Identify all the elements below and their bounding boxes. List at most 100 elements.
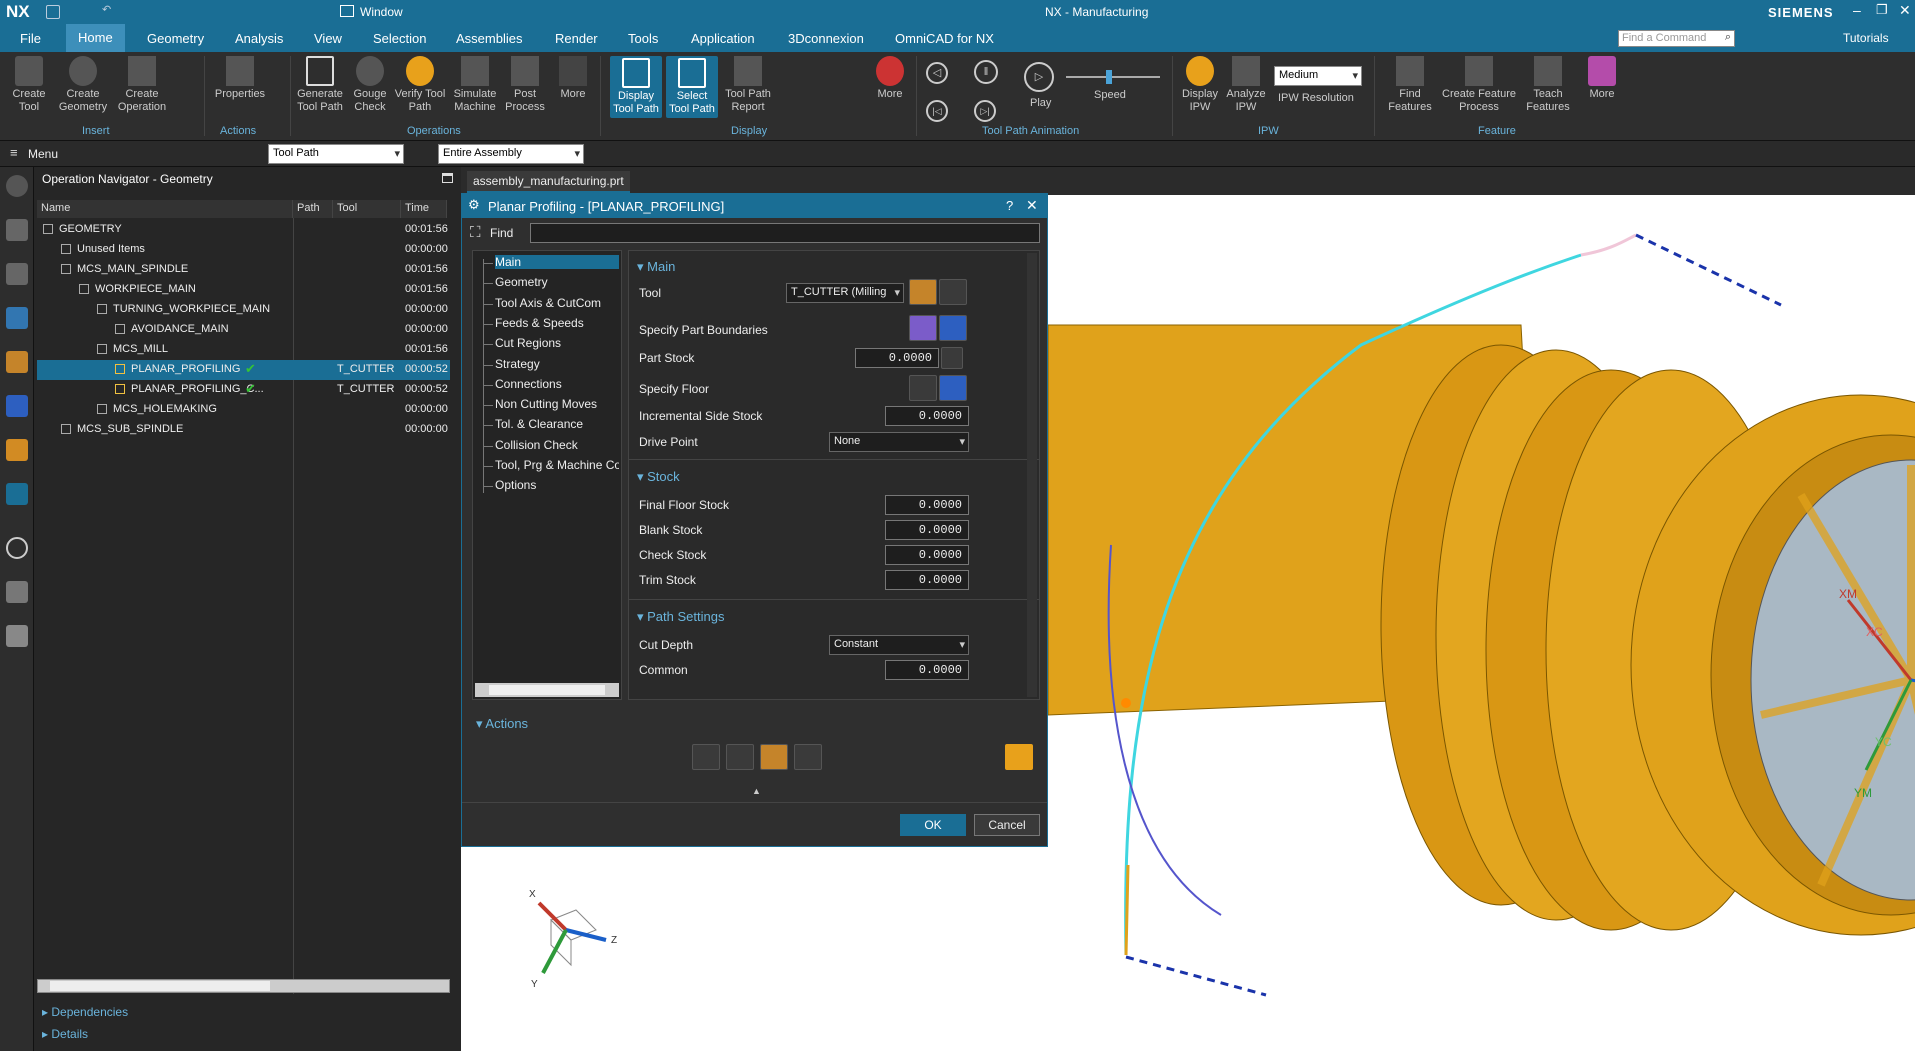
simulate-machine-button[interactable]: Simulate Machine (450, 56, 500, 114)
reuse-library-icon[interactable] (6, 581, 28, 603)
undo-icon[interactable]: ↶ (102, 3, 111, 16)
tool-select[interactable]: T_CUTTER (Milling (786, 283, 904, 303)
dialog-tree-item[interactable]: Main (495, 255, 619, 269)
roles-icon[interactable] (6, 439, 28, 461)
menu-selection[interactable]: Selection (373, 31, 426, 46)
navigator-row[interactable]: PLANAR_PROFILING ✔ T_CUTTER 00:00:52 (37, 360, 450, 380)
operation-navigator-icon[interactable] (6, 307, 28, 329)
create-feature-process-button[interactable]: Create Feature Process (1440, 56, 1518, 114)
create-operation-button[interactable]: Create Operation (114, 56, 170, 114)
common-input[interactable]: 0.0000 (885, 660, 969, 680)
navigator-row[interactable]: WORKPIECE_MAIN 00:01:56 (37, 280, 450, 300)
dependencies-expander[interactable]: ▸ Dependencies (42, 1005, 128, 1019)
dialog-tree-item[interactable]: Connections (495, 377, 619, 391)
speed-slider[interactable] (1066, 70, 1160, 84)
create-tool-button[interactable]: Create Tool (6, 56, 52, 114)
lock-icon[interactable] (941, 347, 963, 369)
menu-application[interactable]: Application (691, 31, 755, 46)
save-icon[interactable] (46, 5, 60, 19)
menu-view[interactable]: View (314, 31, 342, 46)
select-boundary-icon[interactable] (909, 315, 937, 341)
teach-features-button[interactable]: Teach Features (1522, 56, 1574, 114)
menu-analysis[interactable]: Analysis (235, 31, 283, 46)
replay-action-icon[interactable] (726, 744, 754, 770)
ok-button[interactable]: OK (900, 814, 966, 836)
ipw-resolution-select[interactable]: Medium (1274, 66, 1362, 86)
post-process-button[interactable]: Post Process (504, 56, 546, 114)
dialog-tree-item[interactable]: Tool, Prg & Machine Contr (495, 458, 619, 472)
drive-point-select[interactable]: None (829, 432, 969, 452)
collapse-icon[interactable]: ▲ (752, 786, 761, 796)
generate-action-icon[interactable] (692, 744, 720, 770)
play-icon[interactable]: ▷ (1024, 62, 1054, 92)
file-tab[interactable]: assembly_manufacturing.prt (467, 171, 630, 193)
dialog-tree-item[interactable]: Tol. & Clearance (495, 417, 619, 431)
cancel-button[interactable]: Cancel (974, 814, 1040, 836)
find-input[interactable] (530, 223, 1040, 243)
display-ipw-button[interactable]: Display IPW (1178, 56, 1222, 114)
menu-render[interactable]: Render (555, 31, 598, 46)
dialog-tree-item[interactable]: Feeds & Speeds (495, 316, 619, 330)
display-tool-path-button[interactable]: Display Tool Path (610, 56, 662, 118)
tool-path-report-button[interactable]: Tool Path Report (722, 56, 774, 114)
feature-navigator-icon[interactable] (6, 395, 28, 417)
navigator-row[interactable]: TURNING_WORKPIECE_MAIN 00:00:00 (37, 300, 450, 320)
menu-assemblies[interactable]: Assemblies (456, 31, 522, 46)
history-icon[interactable] (6, 537, 28, 559)
navigator-row[interactable]: Unused Items 00:00:00 (37, 240, 450, 260)
machine-tool-icon[interactable] (6, 351, 28, 373)
dialog-tree-item[interactable]: Options (495, 478, 619, 492)
menu-tools[interactable]: Tools (628, 31, 658, 46)
menu-file[interactable]: File (20, 31, 41, 46)
column-name[interactable]: Name (37, 200, 293, 218)
details-expander[interactable]: ▸ Details (42, 1027, 88, 1041)
generate-tool-path-button[interactable]: Generate Tool Path (294, 56, 346, 114)
window-menu[interactable]: Window (360, 5, 403, 19)
list-action-icon[interactable] (794, 744, 822, 770)
dialog-titlebar[interactable]: ⚙ Planar Profiling - [PLANAR_PROFILING] … (462, 194, 1047, 218)
restore-icon[interactable]: ❐ (1876, 2, 1888, 18)
minimize-icon[interactable]: – (1853, 2, 1861, 18)
verify-tool-path-button[interactable]: Verify Tool Path (394, 56, 446, 114)
dialog-tree-item[interactable]: Tool Axis & CutCom (495, 296, 619, 310)
find-features-button[interactable]: Find Features (1386, 56, 1434, 114)
incremental-side-stock-input[interactable]: 0.0000 (885, 406, 969, 426)
dialog-tree-item[interactable]: Cut Regions (495, 336, 619, 350)
select-tool-path-button[interactable]: Select Tool Path (666, 56, 718, 118)
analyze-ipw-button[interactable]: Analyze IPW (1226, 56, 1266, 114)
edit-boundary-icon[interactable] (939, 315, 967, 341)
stock-section-header[interactable]: ▾ Stock (637, 469, 680, 485)
web-browser-icon[interactable] (6, 483, 28, 505)
cut-depth-select[interactable]: Constant (829, 635, 969, 655)
navigator-row[interactable]: AVOIDANCE_MAIN 00:00:00 (37, 320, 450, 340)
column-time[interactable]: Time (401, 200, 447, 218)
feature-action-icon[interactable] (1005, 744, 1033, 770)
palette-icon[interactable] (6, 625, 28, 647)
pause-icon[interactable]: ‖ (974, 60, 998, 84)
dialog-tree-item[interactable]: Non Cutting Moves (495, 397, 619, 411)
verify-action-icon[interactable] (760, 744, 788, 770)
tutorials-link[interactable]: Tutorials (1843, 31, 1889, 45)
dialog-close-icon[interactable]: ✕ (1026, 197, 1038, 214)
rewind-icon[interactable]: |◁ (926, 100, 948, 122)
select-floor-icon[interactable] (909, 375, 937, 401)
create-geometry-button[interactable]: Create Geometry (56, 56, 110, 114)
display-more-button[interactable]: More (872, 56, 908, 101)
blank-stock-input[interactable]: 0.0000 (885, 520, 969, 540)
content-vscroll[interactable] (1027, 253, 1037, 697)
main-section-header[interactable]: ▾ Main (637, 259, 675, 275)
close-icon[interactable]: ✕ (1899, 2, 1911, 19)
operations-more-button[interactable]: More (556, 56, 590, 101)
actions-section-header[interactable]: ▾ Actions (476, 716, 528, 732)
tree-hscroll-thumb[interactable] (489, 685, 605, 695)
view-triad[interactable]: X Y Z (521, 885, 621, 995)
window-icon[interactable] (340, 5, 354, 17)
assembly-navigator-icon[interactable] (6, 219, 28, 241)
maximize-icon[interactable] (442, 173, 453, 183)
column-tool[interactable]: Tool (333, 200, 401, 218)
part-stock-input[interactable]: 0.0000 (855, 348, 939, 368)
feature-more-button[interactable]: More (1584, 56, 1620, 101)
tree-hscroll[interactable] (475, 683, 619, 697)
edit-tool-icon[interactable] (939, 279, 967, 305)
menu-3dconnexion[interactable]: 3Dconnexion (788, 31, 864, 46)
